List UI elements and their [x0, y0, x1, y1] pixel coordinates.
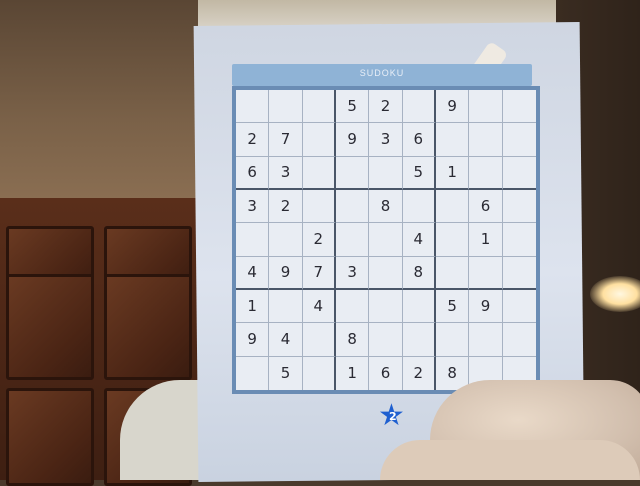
sudoku-cell: 5 — [435, 289, 470, 324]
sudoku-cell — [402, 90, 436, 124]
sudoku-cell — [502, 257, 536, 290]
sudoku-cell — [502, 190, 536, 224]
sudoku-cell — [469, 123, 503, 157]
sudoku-cell: 5 — [402, 156, 436, 190]
sudoku-cell: 9 — [435, 90, 470, 124]
cabinet-panel — [104, 274, 192, 380]
sudoku-cell — [402, 289, 436, 324]
sudoku-cell — [502, 223, 536, 257]
sudoku-cell: 4 — [269, 323, 303, 357]
sudoku-cell: 8 — [402, 256, 436, 290]
puzzle-banner: SUDOKU — [232, 64, 532, 86]
sudoku-cell: 9 — [269, 256, 303, 290]
sudoku-cell — [435, 189, 470, 224]
sudoku-cell — [402, 189, 436, 224]
sudoku-cell: 1 — [336, 356, 370, 390]
sudoku-cell — [236, 223, 270, 257]
sudoku-cell: 5 — [269, 356, 303, 390]
sudoku-cell — [302, 189, 336, 224]
sudoku-board: 529279366351328624149738145994851628 — [236, 90, 536, 390]
sudoku-cell: 7 — [302, 256, 336, 290]
sudoku-cell — [502, 123, 536, 157]
sudoku-cell — [302, 123, 336, 157]
sudoku-cell: 9 — [335, 123, 370, 157]
sudoku-cell: 3 — [369, 123, 403, 157]
difficulty-number: 2 — [389, 410, 397, 423]
sudoku-cell — [303, 356, 336, 390]
sudoku-cell: 3 — [335, 256, 370, 290]
cabinet-panel — [6, 274, 94, 380]
sudoku-cell: 5 — [335, 90, 370, 124]
sudoku-cell: 2 — [236, 123, 270, 157]
sudoku-cell — [335, 223, 370, 257]
sudoku-cell — [369, 156, 403, 190]
sudoku-cell: 6 — [402, 123, 436, 157]
sudoku-cell: 1 — [236, 289, 270, 324]
sudoku-cell — [302, 90, 336, 124]
sudoku-cell: 7 — [269, 123, 303, 157]
sudoku-cell — [435, 323, 470, 357]
sudoku-cell: 9 — [469, 289, 503, 324]
sudoku-cell — [435, 256, 470, 290]
sudoku-cell: 4 — [302, 289, 336, 324]
sudoku-cell: 1 — [435, 156, 470, 190]
sudoku-cell — [502, 323, 536, 357]
sudoku-cell — [402, 323, 436, 357]
sudoku-cell: 2 — [302, 223, 336, 257]
sudoku-board-frame: 529279366351328624149738145994851628 — [232, 86, 540, 394]
sudoku-cell — [469, 156, 503, 190]
sudoku-cell — [369, 223, 403, 257]
sudoku-cell — [502, 290, 536, 324]
sudoku-cell — [236, 90, 270, 124]
sudoku-cell: 4 — [402, 223, 436, 257]
sudoku-cell — [469, 323, 503, 357]
holding-hand-lower — [380, 440, 640, 480]
sudoku-cell: 2 — [369, 90, 403, 124]
sudoku-cell — [502, 90, 536, 124]
sudoku-cell: 4 — [236, 256, 270, 290]
sudoku-cell — [369, 289, 403, 324]
sudoku-cell — [335, 289, 370, 324]
sudoku-cell — [435, 123, 470, 157]
sudoku-cell: 8 — [369, 189, 403, 224]
puzzle-title: SUDOKU — [359, 68, 405, 78]
sudoku-cell — [469, 90, 503, 124]
sudoku-cell — [369, 256, 403, 290]
sudoku-cell — [269, 289, 303, 324]
sudoku-cell: 3 — [269, 156, 303, 190]
sudoku-cell: 6 — [236, 156, 270, 190]
sudoku-cell — [335, 156, 370, 190]
sudoku-cell — [269, 90, 303, 124]
sudoku-cell: 3 — [236, 189, 270, 224]
sudoku-cell: 8 — [335, 323, 370, 357]
sudoku-cell — [269, 223, 303, 257]
sudoku-cell: 9 — [236, 323, 270, 357]
sudoku-cell: 1 — [469, 223, 503, 257]
sudoku-cell — [335, 189, 370, 224]
sudoku-cell — [302, 156, 336, 190]
cabinet-panel — [6, 388, 94, 486]
sudoku-cell: 2 — [403, 356, 436, 390]
sudoku-cell — [236, 356, 270, 390]
sudoku-cell — [302, 323, 336, 357]
sudoku-cell: 6 — [469, 189, 503, 224]
sudoku-cell: 2 — [269, 189, 303, 224]
sudoku-cell — [502, 157, 536, 190]
sudoku-cell — [369, 323, 403, 357]
sudoku-cell — [469, 256, 503, 290]
sudoku-cell — [435, 223, 470, 257]
sudoku-cell: 6 — [369, 356, 403, 390]
